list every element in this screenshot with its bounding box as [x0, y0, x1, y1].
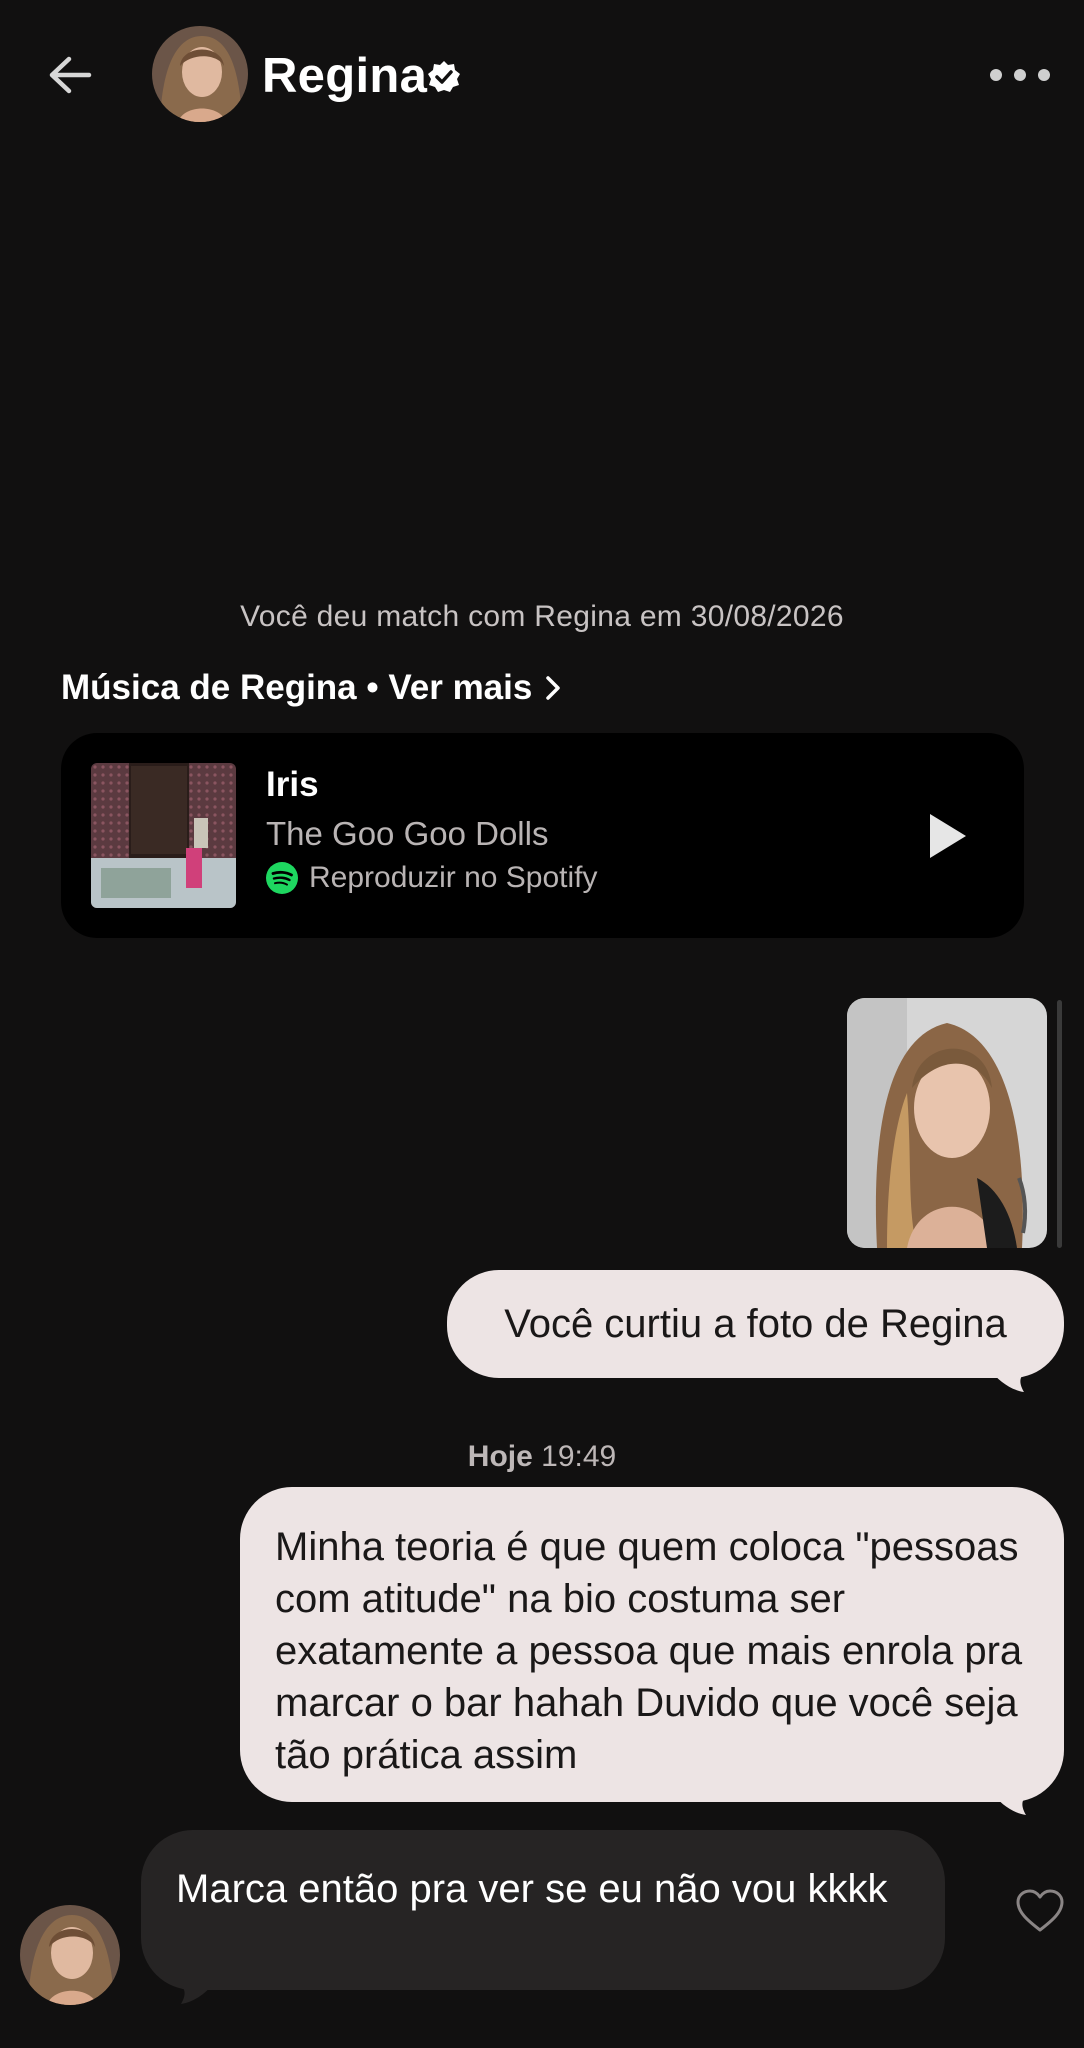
liked-photo-text: Você curtiu a foto de Regina — [504, 1301, 1007, 1346]
music-card[interactable]: Iris The Goo Goo Dolls Reproduzir no Spo… — [61, 733, 1024, 938]
chat-header: Regina — [0, 0, 1084, 150]
scrollbar[interactable] — [1057, 1000, 1062, 1248]
heart-icon[interactable] — [1015, 1888, 1065, 1934]
bubble-tail — [990, 1370, 1030, 1392]
music-section-title: Música de Regina • Ver mais — [61, 668, 533, 707]
album-art — [91, 763, 236, 908]
spotify-icon — [266, 862, 298, 894]
bubble-tail — [175, 1982, 215, 2004]
chevron-right-icon — [546, 676, 561, 700]
liked-photo-message: Você curtiu a foto de Regina — [447, 1270, 1064, 1378]
message-timestamp: Hoje 19:49 — [467, 1440, 617, 1473]
back-button[interactable] — [40, 45, 100, 105]
match-info-text: Você deu match com Regina em 30/08/2026 — [240, 600, 844, 633]
outgoing-message-text: Minha teoria é que quem coloca "pessoas … — [275, 1525, 1023, 1777]
music-section-link[interactable]: Música de Regina • Ver mais — [61, 668, 562, 708]
incoming-message-text: Marca então pra ver se eu não vou kkkk — [176, 1867, 888, 1911]
contact-name[interactable]: Regina — [262, 48, 427, 104]
more-options-button[interactable] — [990, 55, 1050, 95]
song-artist: The Goo Goo Dolls — [266, 815, 549, 852]
bubble-tail — [992, 1793, 1032, 1815]
spotify-link[interactable]: Reproduzir no Spotify — [266, 861, 598, 895]
spotify-label: Reproduzir no Spotify — [309, 861, 598, 894]
contact-avatar[interactable] — [20, 1905, 120, 2005]
arrow-left-icon — [49, 56, 92, 94]
more-horizontal-icon — [990, 69, 1002, 81]
play-icon[interactable] — [926, 811, 970, 861]
profile-avatar[interactable] — [152, 26, 248, 122]
outgoing-message[interactable]: Minha teoria é que quem coloca "pessoas … — [240, 1487, 1064, 1802]
verified-badge-icon — [428, 61, 460, 92]
song-title: Iris — [266, 765, 319, 804]
shared-photo[interactable] — [847, 998, 1047, 1248]
incoming-message[interactable]: Marca então pra ver se eu não vou kkkk — [141, 1830, 945, 1990]
